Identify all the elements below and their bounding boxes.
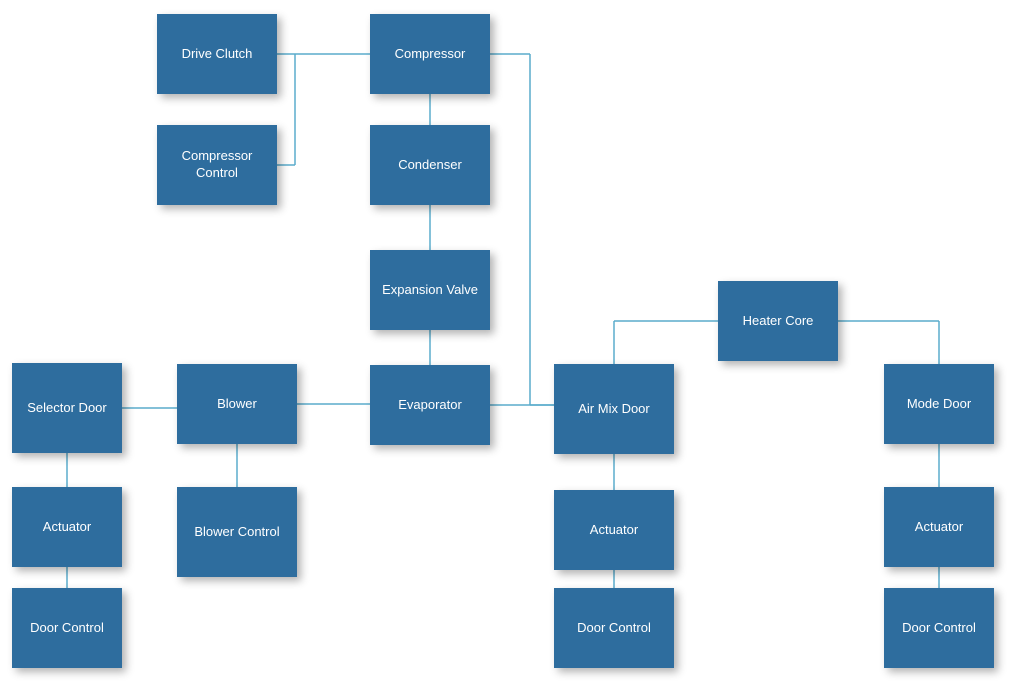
air-mix-door-node: Air Mix Door (554, 364, 674, 454)
door-control-mid-node: Door Control (554, 588, 674, 668)
connector-lines (0, 0, 1017, 681)
compressor-control-node: Compressor Control (157, 125, 277, 205)
condenser-node: Condenser (370, 125, 490, 205)
blower-node: Blower (177, 364, 297, 444)
evaporator-node: Evaporator (370, 365, 490, 445)
drive-clutch-node: Drive Clutch (157, 14, 277, 94)
selector-door-node: Selector Door (12, 363, 122, 453)
mode-door-node: Mode Door (884, 364, 994, 444)
blower-control-node: Blower Control (177, 487, 297, 577)
door-control-right-node: Door Control (884, 588, 994, 668)
expansion-valve-node: Expansion Valve (370, 250, 490, 330)
compressor-node: Compressor (370, 14, 490, 94)
actuator-mid-node: Actuator (554, 490, 674, 570)
actuator-left-node: Actuator (12, 487, 122, 567)
diagram-container: Drive Clutch Compressor Control Compress… (0, 0, 1017, 681)
actuator-right-node: Actuator (884, 487, 994, 567)
door-control-left-node: Door Control (12, 588, 122, 668)
heater-core-node: Heater Core (718, 281, 838, 361)
